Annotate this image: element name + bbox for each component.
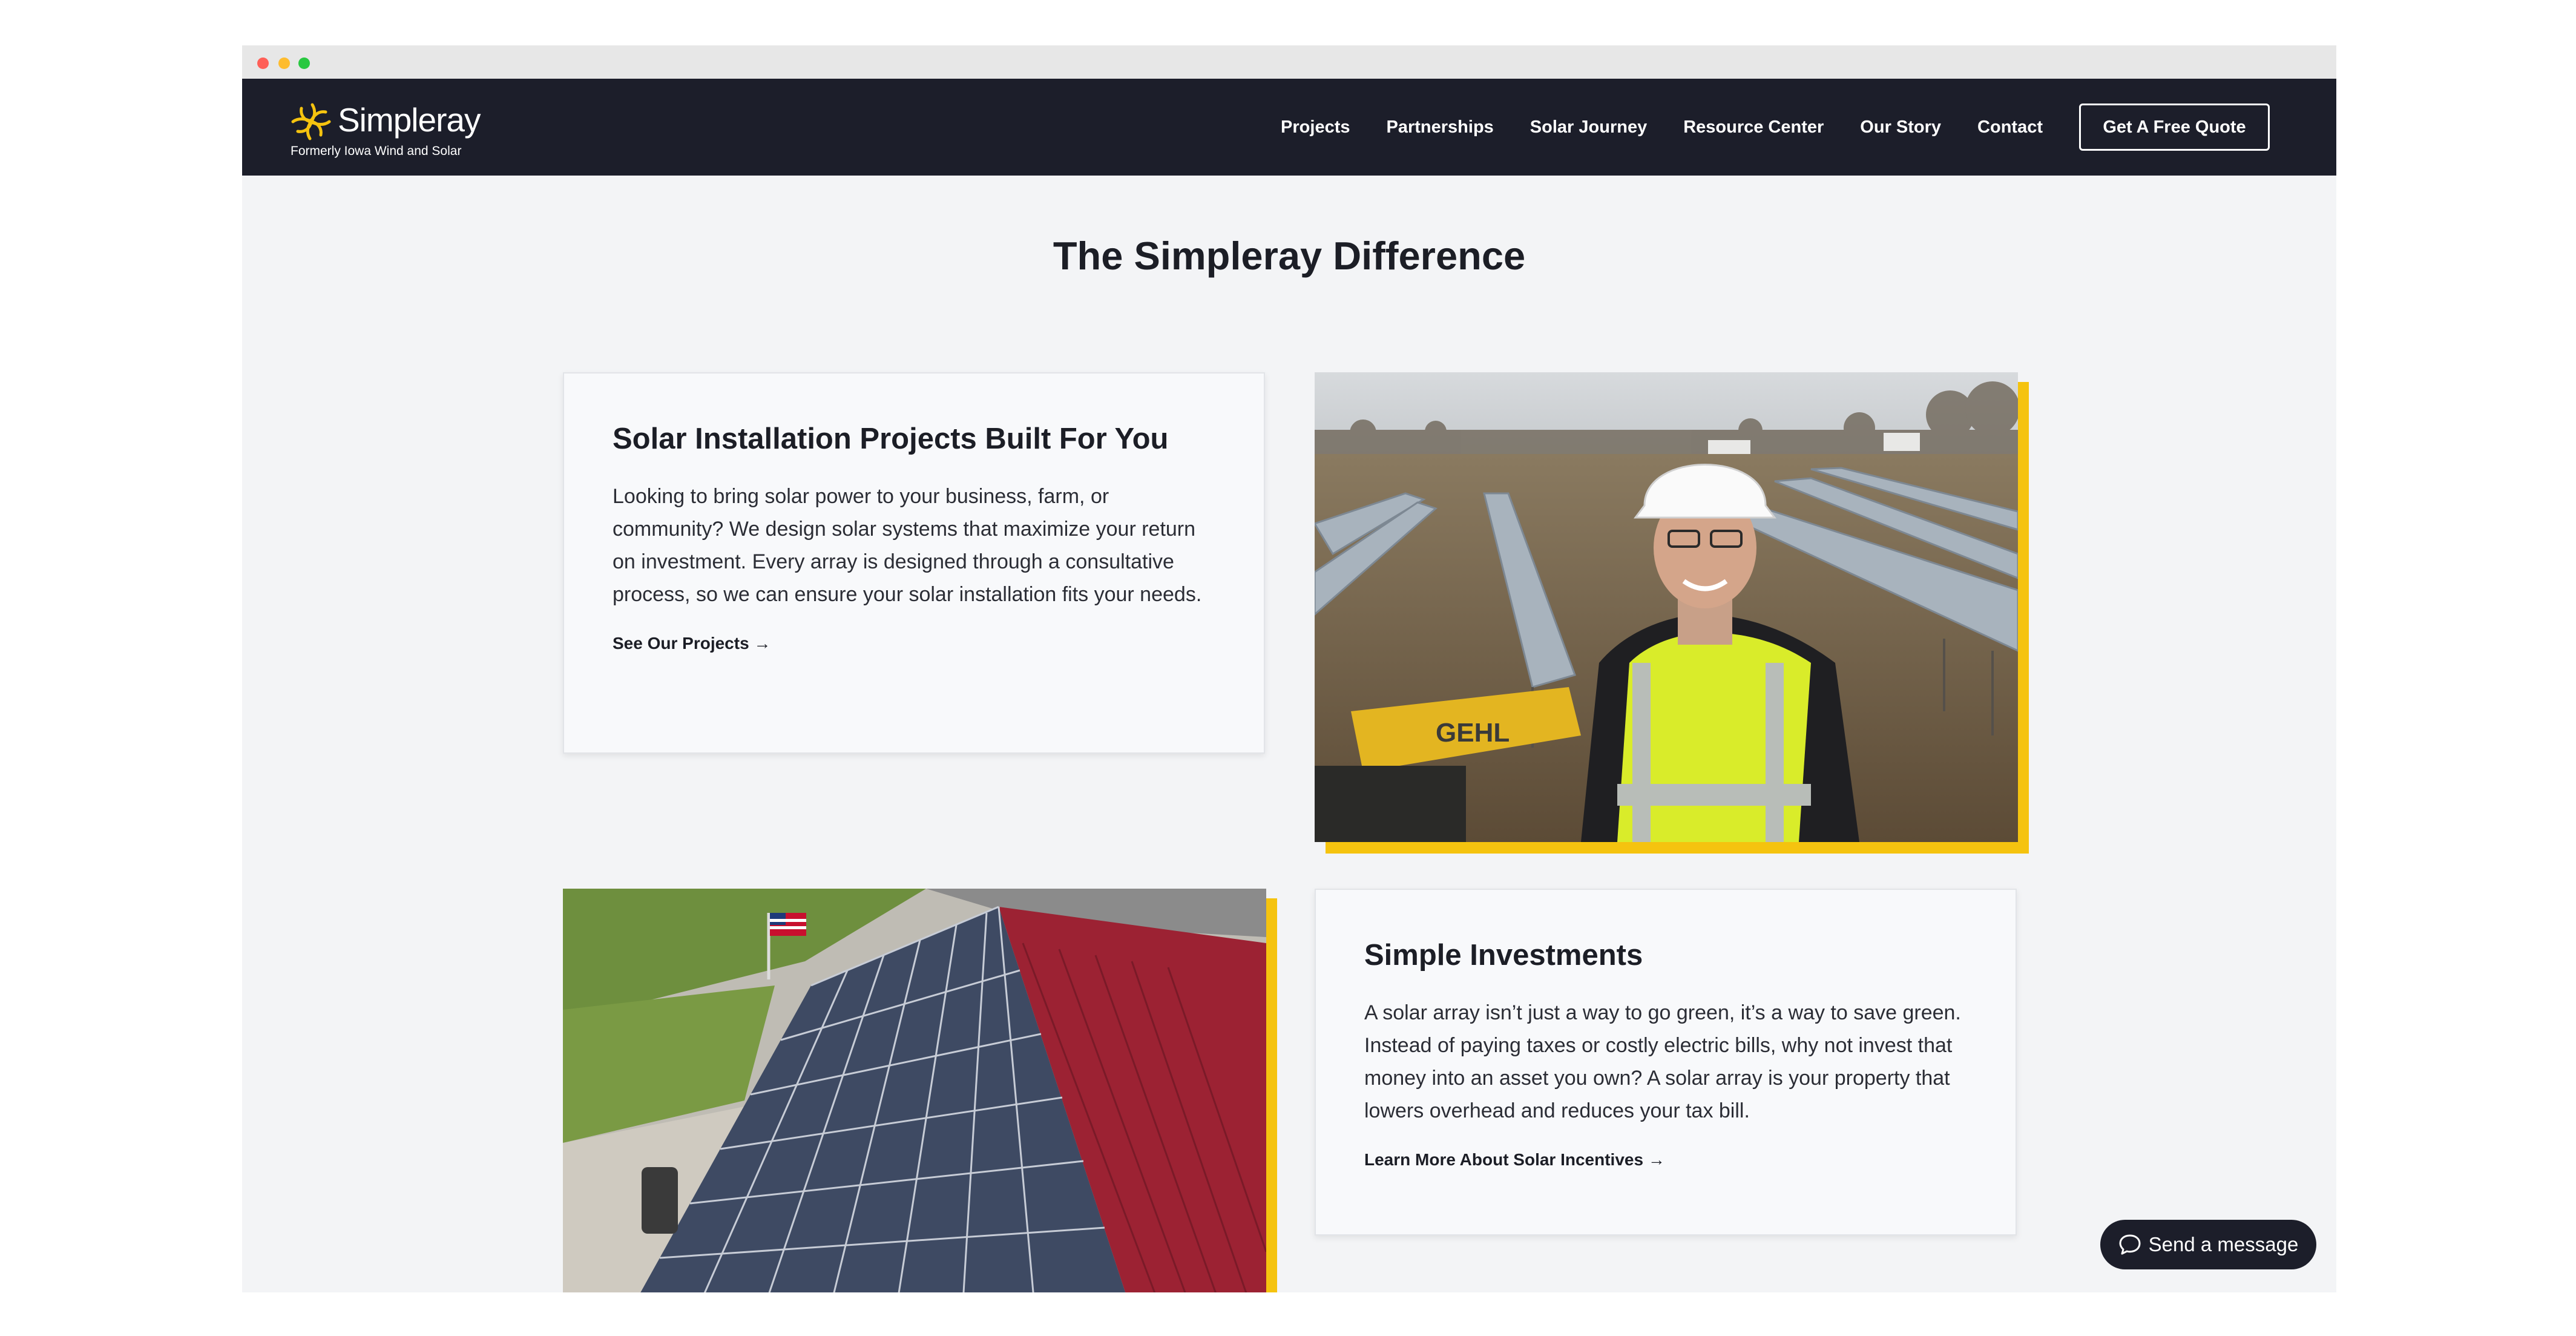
brand-tagline: Formerly Iowa Wind and Solar bbox=[291, 144, 462, 158]
card-heading: Simple Investments bbox=[1364, 939, 1643, 972]
brand-name: Simpleray bbox=[338, 101, 481, 139]
feature-card-projects: Solar Installation Projects Built For Yo… bbox=[563, 372, 1265, 754]
nav-link-solar-journey[interactable]: Solar Journey bbox=[1530, 117, 1647, 137]
minimize-window-dot[interactable] bbox=[278, 58, 290, 69]
site-header: Simpleray Formerly Iowa Wind and Solar P… bbox=[242, 79, 2336, 176]
nav-link-contact[interactable]: Contact bbox=[1977, 117, 2043, 137]
feature-card-investments: Simple Investments A solar array isn’t j… bbox=[1315, 889, 2017, 1236]
nav-link-partnerships[interactable]: Partnerships bbox=[1387, 117, 1494, 137]
see-projects-link[interactable]: See Our Projects → bbox=[613, 634, 770, 653]
close-window-dot[interactable] bbox=[257, 58, 269, 69]
nav-link-projects[interactable]: Projects bbox=[1281, 117, 1350, 137]
worker-solar-field-photo: GEHL bbox=[1315, 372, 2018, 842]
card-body: A solar array isn’t just a way to go gre… bbox=[1364, 1001, 1961, 1122]
site-logo[interactable]: Simpleray Formerly Iowa Wind and Solar bbox=[289, 100, 489, 160]
maximize-window-dot[interactable] bbox=[298, 58, 310, 69]
chat-bubble-icon bbox=[2119, 1234, 2141, 1255]
rooftop-solar-photo bbox=[563, 889, 1266, 1292]
browser-chrome bbox=[242, 45, 2336, 79]
solar-incentives-link[interactable]: Learn More About Solar Incentives → bbox=[1364, 1150, 1665, 1170]
sun-logo-icon bbox=[291, 103, 331, 140]
send-message-label: Send a message bbox=[2148, 1233, 2299, 1255]
browser-window: Simpleray Formerly Iowa Wind and Solar P… bbox=[242, 45, 2336, 1292]
card-body: Looking to bring solar power to your bus… bbox=[613, 485, 1202, 606]
card-heading: Solar Installation Projects Built For Yo… bbox=[613, 423, 1169, 455]
free-quote-button[interactable]: Get A Free Quote bbox=[2079, 104, 2270, 151]
rooftop-photo-frame bbox=[563, 889, 1277, 1292]
send-message-button[interactable]: Send a message bbox=[2100, 1220, 2316, 1269]
nav-link-resource-center[interactable]: Resource Center bbox=[1683, 117, 1824, 137]
section-title: The Simpleray Difference bbox=[1053, 234, 1526, 278]
worker-photo-frame: GEHL bbox=[1315, 372, 2029, 854]
main-nav: Projects Partnerships Solar Journey Reso… bbox=[1281, 79, 2270, 176]
svg-text:GEHL: GEHL bbox=[1436, 718, 1510, 748]
nav-link-our-story[interactable]: Our Story bbox=[1860, 117, 1941, 137]
